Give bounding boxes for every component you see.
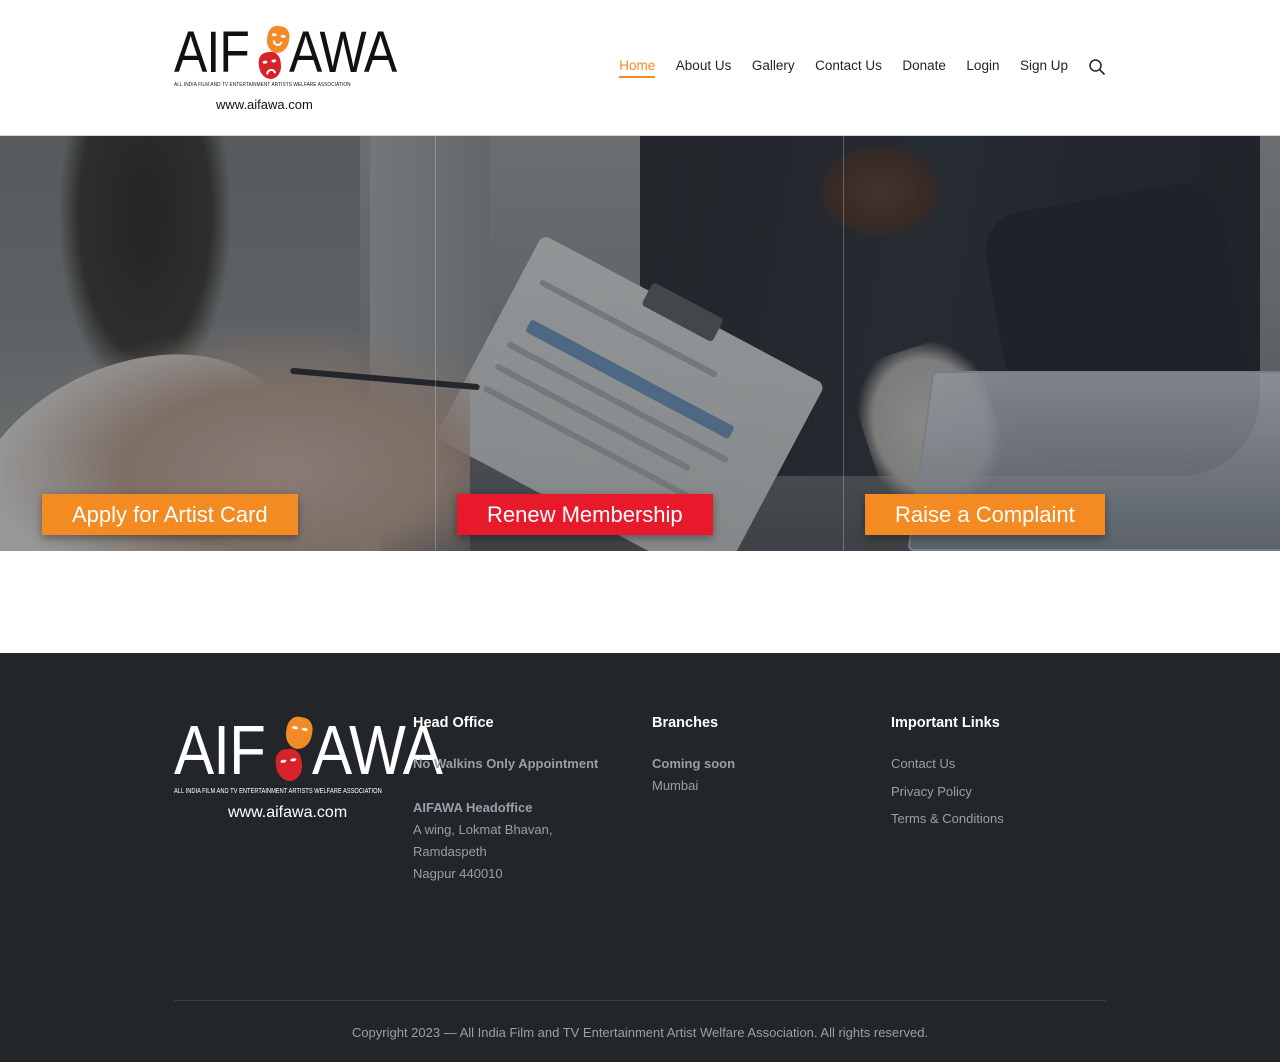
footer-logo[interactable]: AIF AWA ALL INDIA FILM AND TV ENTERTAINM… [174,709,443,829]
head-office-column: Head Office No Walkins Only Appointment … [413,715,598,885]
nav-gallery[interactable]: Gallery [752,58,795,78]
important-links-column: Important Links Contact Us Privacy Polic… [891,715,1004,833]
logo-wordmark: AIF AWA [174,20,397,85]
nav-home[interactable]: Home [619,58,656,78]
footer-link-contact-us[interactable]: Contact Us [891,750,1004,778]
address-line: Nagpur 440010 [413,866,503,881]
nav-donate[interactable]: Donate [902,58,946,78]
head-office-title: Head Office [413,715,494,731]
hero-column-divider [843,136,844,551]
headoffice-name: AIFAWA Headoffice [413,800,533,815]
branches-column: Branches Coming soon Mumbai [652,715,735,797]
nav-sign-up[interactable]: Sign Up [1020,58,1068,78]
search-icon[interactable] [1088,58,1106,76]
address-line: A wing, Lokmat Bhavan, [413,822,553,837]
footer-logo-url: www.aifawa.com [228,804,348,821]
nav-contact-us[interactable]: Contact Us [815,58,882,78]
hero-banner: Apply for Artist Card Renew Membership R… [0,136,1280,551]
nav-about-us[interactable]: About Us [676,58,732,78]
hero-column-divider [435,136,436,551]
site-logo[interactable]: AIF AWA ALL INDIA FILM AND TV ENTERTAINM… [174,18,397,116]
branches-status: Coming soon [652,756,736,771]
site-header: AIF AWA ALL INDIA FILM AND TV ENTERTAINM… [0,0,1280,136]
main-nav: Home About Us Gallery Contact Us Donate … [599,58,1106,78]
important-links-title: Important Links [891,715,1000,731]
theatre-masks-icon [257,22,292,82]
renew-membership-button[interactable]: Renew Membership [457,494,713,535]
raise-complaint-button[interactable]: Raise a Complaint [865,494,1105,535]
branch-city: Mumbai [652,778,699,793]
appointment-note: No Walkins Only Appointment [413,756,599,771]
footer-link-privacy-policy[interactable]: Privacy Policy [891,778,1004,806]
footer-divider [174,1000,1106,1001]
footer-link-terms[interactable]: Terms & Conditions [891,805,1004,833]
hero-background-photo [0,136,1280,551]
theatre-masks-icon [273,713,315,785]
address-line: Ramdaspeth [413,844,487,859]
footer-logo-tagline: ALL INDIA FILM AND TV ENTERTAINMENT ARTI… [174,788,382,795]
branches-title: Branches [652,715,719,731]
copyright-text: Copyright 2023 — All India Film and TV E… [351,1025,929,1040]
nav-login[interactable]: Login [966,58,999,78]
logo-url: www.aifawa.com [216,97,313,112]
logo-tagline: ALL INDIA FILM AND TV ENTERTAINMENT ARTI… [174,82,351,88]
site-footer: AIF AWA ALL INDIA FILM AND TV ENTERTAINM… [0,653,1280,1062]
apply-artist-card-button[interactable]: Apply for Artist Card [42,494,298,535]
